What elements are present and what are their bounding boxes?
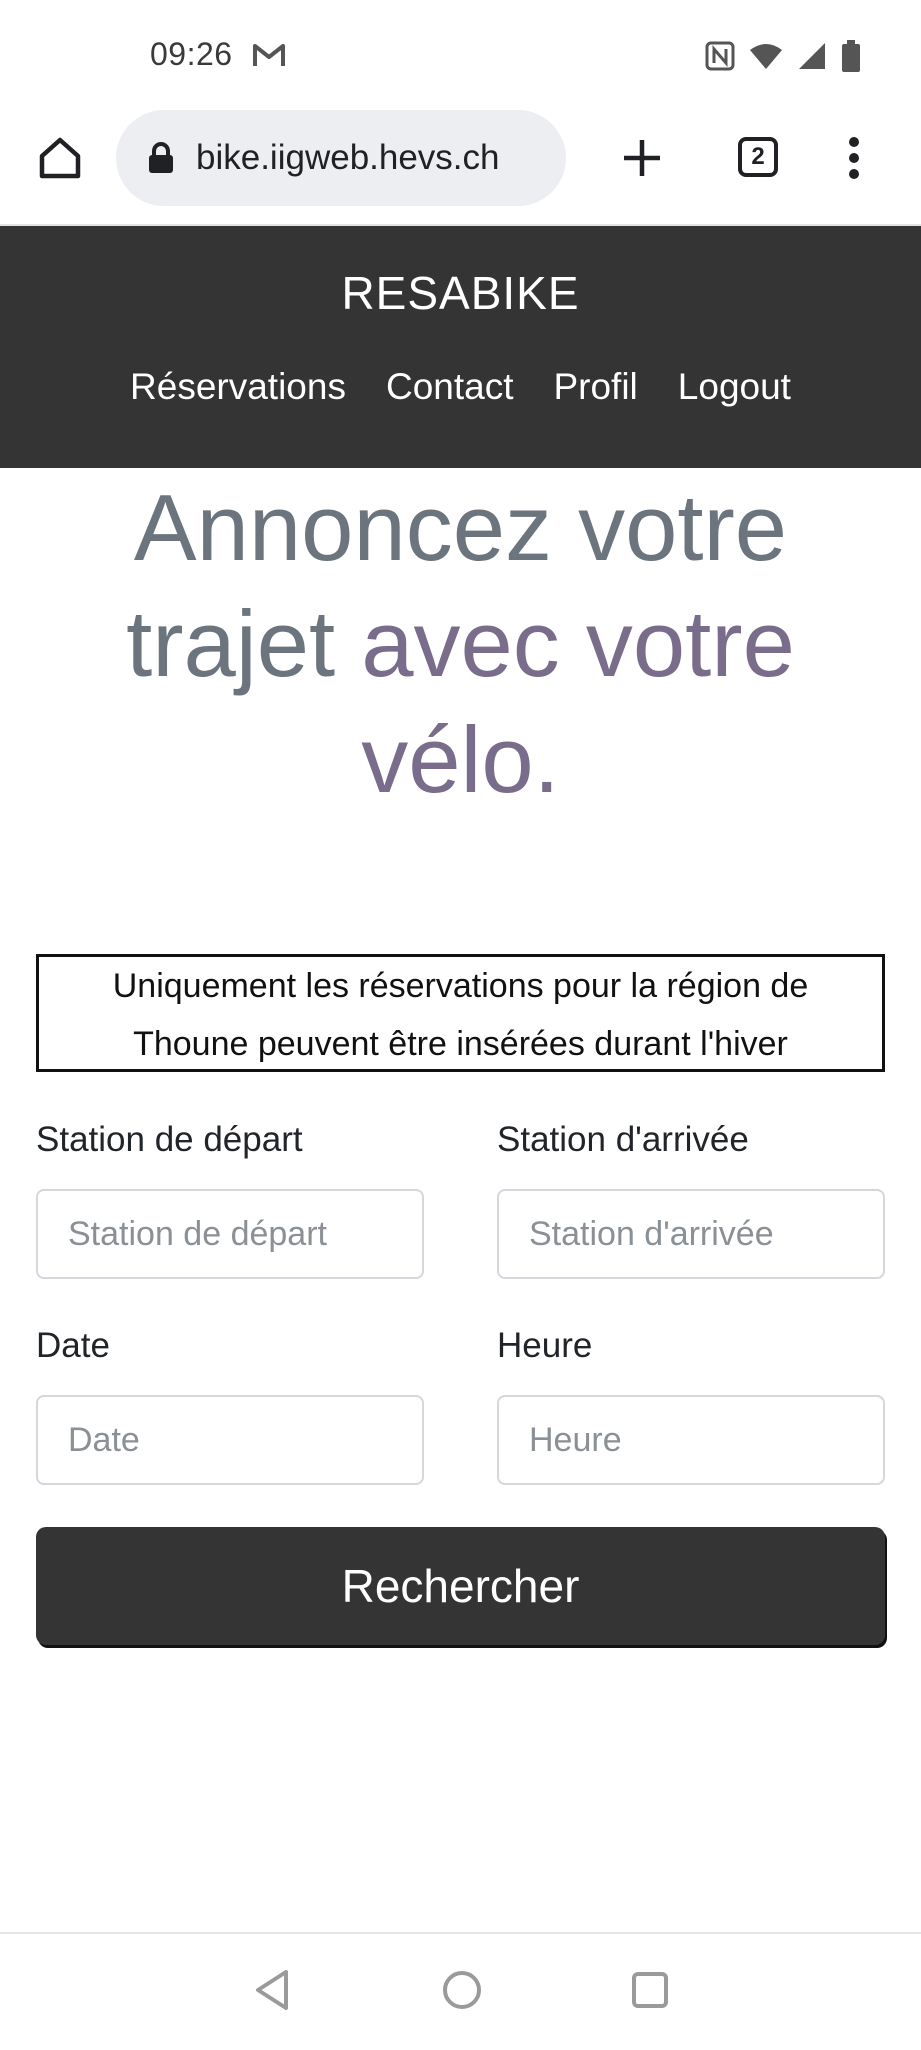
recents-icon: [632, 1972, 668, 2008]
recents-button[interactable]: [628, 1968, 672, 2017]
arrival-input[interactable]: [497, 1189, 885, 1279]
arrival-label: Station d'arrivée: [497, 1120, 749, 1159]
home-button[interactable]: [440, 1968, 484, 2017]
tab-count: 2: [751, 143, 765, 170]
nav-link-profil[interactable]: Profil: [553, 366, 637, 408]
battery-icon: [841, 40, 861, 77]
nav-links: Réservations Contact Profil Logout: [0, 366, 921, 408]
notice-line-2: Thoune peuvent être insérées durant l'hi…: [133, 1025, 788, 1063]
departure-input[interactable]: [36, 1189, 424, 1279]
brand-logo[interactable]: RESABIKE: [0, 266, 921, 320]
headline-part2: avec votre vélo.: [361, 591, 795, 812]
android-nav-bar: [0, 1932, 921, 2050]
tab-switcher-button[interactable]: 2: [733, 132, 783, 182]
browser-home-button[interactable]: [30, 128, 90, 188]
gmail-icon: [252, 42, 286, 73]
status-bar: 09:26: [0, 0, 921, 100]
lock-icon: [148, 142, 174, 174]
date-input[interactable]: [36, 1395, 424, 1485]
notice-line-1: Uniquement les réservations pour la régi…: [112, 967, 809, 1005]
nfc-icon: [705, 41, 735, 76]
time-input[interactable]: [497, 1395, 885, 1485]
more-vert-icon: [849, 137, 859, 179]
home-icon: [39, 137, 81, 179]
date-label: Date: [36, 1326, 110, 1365]
back-icon: [256, 1970, 288, 2010]
site-navbar: RESABIKE Réservations Contact Profil Log…: [0, 226, 921, 468]
plus-icon: [624, 140, 660, 176]
page-headline: Annoncez votre trajet avec votre vélo.: [60, 470, 861, 818]
time-label: Heure: [497, 1326, 593, 1365]
nav-link-contact[interactable]: Contact: [386, 366, 514, 408]
status-time: 09:26: [150, 36, 233, 72]
url-text: bike.iigweb.hevs.ch: [196, 138, 500, 177]
status-icons: [705, 40, 861, 77]
wifi-icon: [749, 42, 783, 75]
tabs-icon: 2: [738, 137, 778, 177]
home-circle-icon: [443, 1971, 481, 2009]
back-button[interactable]: [252, 1968, 292, 2017]
signal-icon: [797, 41, 827, 76]
search-button[interactable]: Rechercher: [36, 1527, 885, 1645]
new-tab-button[interactable]: [612, 128, 672, 188]
browser-toolbar: bike.iigweb.hevs.ch 2: [0, 100, 921, 227]
departure-label: Station de départ: [36, 1120, 303, 1159]
url-bar[interactable]: bike.iigweb.hevs.ch: [116, 110, 566, 206]
browser-menu-button[interactable]: [836, 128, 872, 188]
nav-link-logout[interactable]: Logout: [678, 366, 791, 408]
winter-notice: Uniquement les réservations pour la régi…: [36, 954, 885, 1072]
nav-link-reservations[interactable]: Réservations: [130, 366, 346, 408]
